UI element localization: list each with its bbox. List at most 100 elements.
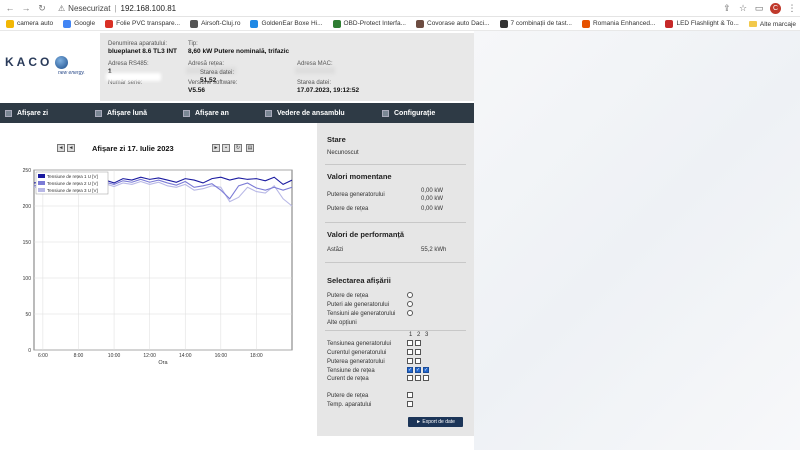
profile-avatar[interactable]: C: [770, 3, 781, 14]
checkbox-grid-current-1[interactable]: [407, 375, 413, 381]
state-label: Starea datei:: [200, 70, 235, 76]
x-tick-label: 8:00: [74, 353, 84, 359]
version-value: V5.56: [188, 87, 205, 94]
bookmark-item[interactable]: Google: [63, 19, 95, 28]
device-name-label: Denumirea aparatului:: [108, 41, 168, 47]
legend-swatch: [38, 188, 45, 192]
col-header-2: 2: [417, 332, 421, 338]
menu-icon[interactable]: ⋮: [784, 3, 800, 14]
date-navigator: ◄ ◄ Afișare zi 17. Iulie 2023 ► ▪ ↻ ▤: [57, 144, 257, 156]
share-icon[interactable]: ⇪: [719, 3, 735, 14]
bookmark-label: LED Flashlight & To...: [676, 20, 739, 27]
calendar-button[interactable]: ▪: [222, 144, 230, 152]
refresh-button[interactable]: ↻: [234, 144, 242, 152]
legend-swatch: [38, 181, 45, 185]
row-label-grid-current: Curent de rețea: [327, 376, 369, 382]
version-label: Versiune software:: [188, 80, 238, 86]
print-button[interactable]: ▤: [246, 144, 254, 152]
other-bookmarks[interactable]: Alte marcaje: [748, 17, 796, 31]
bookmark-favicon-icon: [6, 19, 14, 28]
bookmark-favicon-icon: [332, 19, 341, 28]
export-data-button[interactable]: ► Export de date: [408, 417, 463, 427]
star-icon[interactable]: ☆: [735, 3, 751, 14]
prev-button[interactable]: ◄: [67, 144, 75, 152]
bookmark-item[interactable]: Airsoft-Cluj.ro: [190, 19, 241, 28]
x-tick-label: 16:00: [215, 353, 228, 359]
bookmark-item[interactable]: camera auto: [6, 19, 54, 28]
bookmark-label: Romania Enhanced...: [592, 20, 656, 27]
checkbox-grid-power[interactable]: [407, 392, 413, 398]
checkbox-grid-voltage-1[interactable]: [407, 367, 413, 373]
bookmark-label: OBD-Protect Interfa...: [343, 20, 407, 27]
radio-label-gen-voltages: Tensiuni ale generatorului: [327, 311, 396, 317]
right-panel: Stare Necunoscut Valori momentane Putere…: [317, 123, 474, 436]
x-tick-label: 14:00: [179, 353, 192, 359]
gen-power-label: Puterea generatorului: [327, 192, 385, 198]
checkbox-gen-power-2[interactable]: [415, 358, 421, 364]
checkbox-gen-voltage-2[interactable]: [415, 340, 421, 346]
date-label: Starea datei:: [297, 80, 332, 86]
performance-title: Valori de performanță: [327, 230, 405, 239]
x-tick-label: 10:00: [108, 353, 121, 359]
today-label: Astăzi: [327, 247, 344, 253]
security-label: Nesecurizat: [68, 3, 111, 13]
sidebar-icon[interactable]: ▭: [751, 3, 767, 14]
checkbox-gen-voltage-1[interactable]: [407, 340, 413, 346]
bookmark-favicon-icon: [499, 19, 508, 28]
row-label-gen-current: Curentul generatorului: [327, 350, 387, 356]
col-header-1: 1: [409, 332, 413, 338]
bookmark-item[interactable]: LED Flashlight & To...: [665, 19, 739, 28]
bookmark-item[interactable]: Romania Enhanced...: [581, 19, 656, 28]
bookmark-label: camera auto: [17, 20, 54, 27]
checkbox-device-temp[interactable]: [407, 401, 413, 407]
legend-swatch: [38, 174, 45, 178]
checkbox-gen-current-2[interactable]: [415, 349, 421, 355]
checkbox-grid-voltage-2[interactable]: [415, 367, 421, 373]
bookmark-favicon-icon: [105, 19, 114, 28]
row-label-gen-voltage: Tensiunea generatorului: [327, 341, 392, 347]
nav-month-view[interactable]: Afișare lună: [95, 103, 147, 123]
nav-configuration[interactable]: Configurație: [382, 103, 435, 123]
legend-label: Tensiune de rețea 1 U [V]: [47, 174, 98, 179]
checkbox-grid-voltage-3[interactable]: [423, 367, 429, 373]
radio-gen-voltages[interactable]: [407, 310, 413, 316]
bookmark-item[interactable]: Covorase auto Daci...: [416, 19, 490, 28]
bookmarks-bar: camera auto Google Folie PVC transpare... A…: [0, 17, 800, 31]
next-button[interactable]: ►: [212, 144, 220, 152]
checkbox-gen-power-1[interactable]: [407, 358, 413, 364]
nav-overview[interactable]: Vedere de ansamblu: [265, 103, 345, 123]
bookmark-label: Airsoft-Cluj.ro: [201, 20, 241, 27]
bookmark-item[interactable]: Folie PVC transpare...: [105, 19, 181, 28]
bookmark-item[interactable]: 7 combinații de tast...: [499, 19, 572, 28]
y-tick-label: 150: [23, 240, 32, 246]
x-axis-label: Ora: [158, 360, 168, 365]
legend-label: Tensiune de rețea 2 U [V]: [47, 181, 98, 186]
gen-power-value-1: 0,00 kW: [421, 188, 444, 194]
radio-label-grid-power: Putere de rețea: [327, 293, 369, 299]
checkbox-gen-current-1[interactable]: [407, 349, 413, 355]
nav-year-view[interactable]: Afișare an: [183, 103, 229, 123]
reload-icon[interactable]: ↻: [36, 3, 48, 14]
url-text: 192.168.100.81: [120, 3, 177, 13]
main-nav: Afișare zi Afișare lună Afișare an Veder…: [0, 103, 474, 123]
bookmark-label: Folie PVC transpare...: [116, 20, 181, 27]
back-icon[interactable]: ←: [4, 3, 16, 13]
prev-fast-button[interactable]: ◄: [57, 144, 65, 152]
device-info-panel: Denumirea aparatului: blueplanet 8.6 TL3…: [100, 33, 474, 101]
status-title: Stare: [327, 135, 346, 144]
grid-power-label: Putere de rețea: [327, 206, 369, 212]
col-header-3: 3: [425, 332, 429, 338]
checkbox-grid-current-2[interactable]: [415, 375, 421, 381]
forward-icon[interactable]: →: [20, 3, 32, 13]
browser-toolbar: ← → ↻ ⚠ Nesecurizat | 192.168.100.81 ⇪ ☆…: [0, 0, 800, 17]
checkbox-grid-current-3[interactable]: [423, 375, 429, 381]
address-bar[interactable]: ⚠ Nesecurizat | 192.168.100.81: [58, 4, 176, 13]
bookmark-item[interactable]: GoldenEar Boxe Hi...: [250, 19, 323, 28]
bookmark-item[interactable]: OBD-Protect Interfa...: [332, 19, 407, 28]
legend-label: Tensiune de rețea 3 U [V]: [47, 188, 98, 193]
nav-day-view[interactable]: Afișare zi: [5, 103, 48, 123]
radio-gen-powers[interactable]: [407, 301, 413, 307]
kaco-logo: KACO: [5, 55, 69, 69]
nav-icon: [382, 109, 389, 117]
radio-grid-power[interactable]: [407, 292, 413, 298]
